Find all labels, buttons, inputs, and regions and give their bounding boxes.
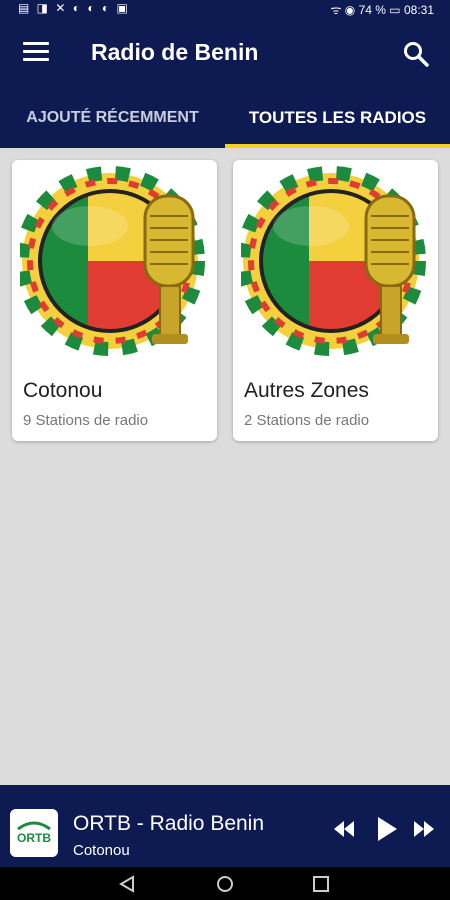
- play-icon[interactable]: [376, 816, 398, 842]
- back-icon[interactable]: [118, 875, 136, 893]
- now-playing-title: ORTB - Radio Benin: [73, 812, 265, 835]
- category-card-autres-zones[interactable]: Autres Zones 2 Stations de radio: [233, 160, 438, 441]
- status-icons: ▤ ◨ ✕ ◐ ◐ ◐ ▣: [18, 1, 130, 15]
- fast-forward-icon[interactable]: [413, 819, 435, 839]
- search-icon[interactable]: [402, 40, 430, 68]
- category-name: Autres Zones: [244, 379, 369, 402]
- system-nav-bar: [0, 867, 450, 900]
- app-bar: Radio de Benin: [0, 18, 450, 88]
- benin-radio-icon: [241, 166, 426, 356]
- benin-radio-icon: [20, 166, 205, 356]
- tab-all-radios[interactable]: TOUTES LES RADIOS: [225, 88, 450, 148]
- recents-icon[interactable]: [312, 875, 330, 893]
- menu-icon[interactable]: [23, 42, 49, 64]
- home-icon[interactable]: [216, 875, 234, 893]
- tab-bar: AJOUTÉ RÉCEMMENT TOUTES LES RADIOS: [0, 88, 450, 148]
- mini-player[interactable]: ORTB ORTB - Radio Benin Cotonou: [0, 785, 450, 867]
- now-playing-subtitle: Cotonou: [73, 842, 130, 859]
- station-logo: ORTB: [10, 809, 58, 857]
- category-card-cotonou[interactable]: Cotonou 9 Stations de radio: [12, 160, 217, 441]
- tab-recent[interactable]: AJOUTÉ RÉCEMMENT: [0, 88, 225, 148]
- category-name: Cotonou: [23, 379, 103, 402]
- station-count: 2 Stations de radio: [244, 412, 370, 429]
- station-count: 9 Stations de radio: [23, 412, 149, 429]
- status-right-info: ᯤ ◉ 74 % ▭ 08:31: [330, 3, 434, 17]
- category-grid: Cotonou 9 Stations de radio Autres Zones…: [0, 148, 450, 785]
- status-bar: ▤ ◨ ✕ ◐ ◐ ◐ ▣ ᯤ ◉ 74 % ▭ 08:31: [0, 0, 450, 18]
- app-title: Radio de Benin: [91, 39, 259, 65]
- rewind-icon[interactable]: [333, 819, 355, 839]
- svg-text:ORTB: ORTB: [17, 831, 51, 845]
